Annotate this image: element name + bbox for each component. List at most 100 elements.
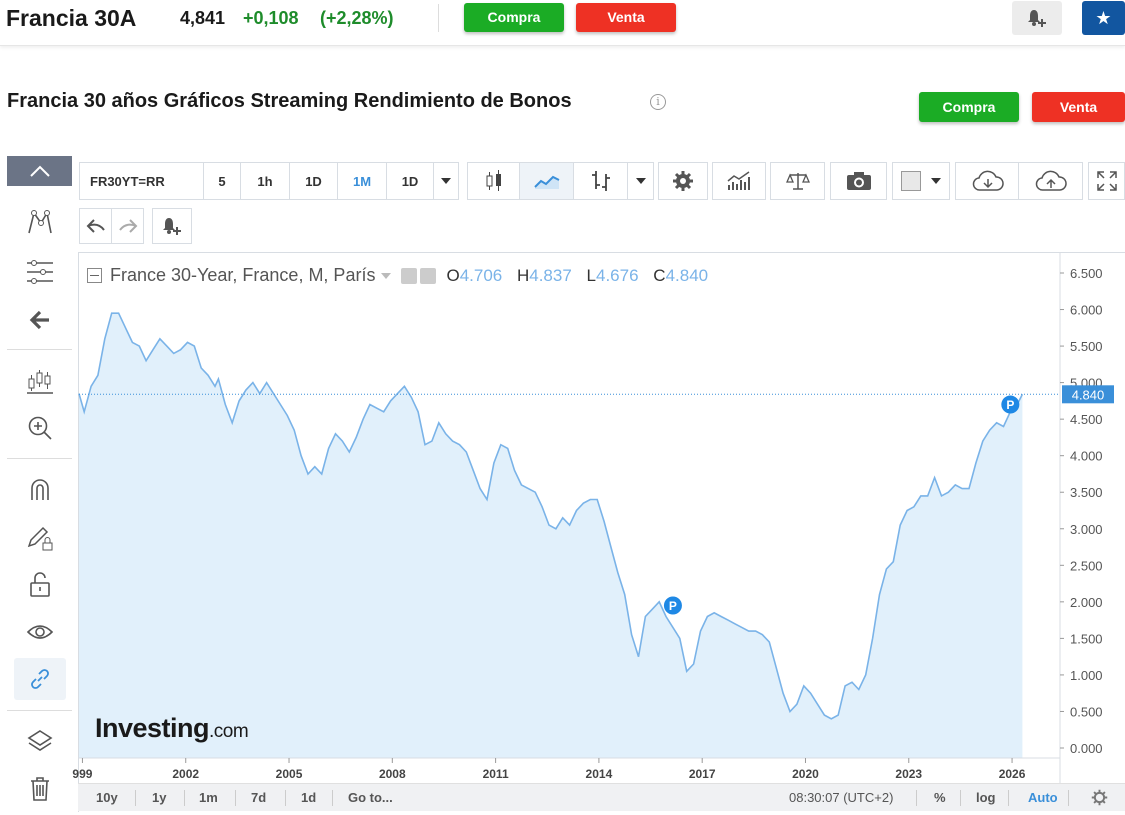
collapse-toolbar-button[interactable] — [7, 156, 72, 186]
lock-tool[interactable] — [7, 564, 72, 604]
bell-plus-icon — [1028, 10, 1046, 27]
collapse-legend-icon[interactable] — [87, 268, 102, 283]
ohlc-open: 4.706 — [459, 265, 503, 285]
interval-1d[interactable]: 1D — [289, 162, 338, 200]
legend-title: France 30-Year, France, M, París — [110, 265, 376, 285]
screenshot-button[interactable] — [830, 162, 887, 200]
back-tool[interactable] — [7, 300, 72, 340]
delete-tool[interactable] — [7, 769, 72, 809]
info-icon[interactable]: i — [650, 94, 666, 110]
auto-scale-toggle[interactable]: Auto — [1028, 790, 1058, 805]
eye-icon — [26, 625, 53, 639]
candles-style-button[interactable] — [467, 162, 520, 200]
link-icon — [31, 669, 49, 689]
clock-readout: 08:30:07 (UTC+2) — [789, 790, 894, 805]
range-1y[interactable]: 1y — [152, 790, 166, 805]
save-chart-button[interactable] — [1018, 162, 1083, 200]
gear-icon[interactable] — [420, 267, 437, 284]
pattern-icon — [27, 210, 52, 234]
ohlc-close: 4.840 — [665, 265, 709, 285]
gear-icon[interactable] — [1091, 789, 1108, 806]
range-1m[interactable]: 1m — [199, 790, 218, 805]
instrument-name: Francia 30A — [6, 5, 137, 31]
price-change: +0,108 — [243, 8, 299, 28]
visibility-tool[interactable] — [7, 612, 72, 652]
percent-scale-toggle[interactable]: % — [934, 790, 946, 805]
magnet-tool[interactable] — [7, 469, 72, 509]
interval-1h[interactable]: 1h — [240, 162, 290, 200]
range-1d[interactable]: 1d — [301, 790, 316, 805]
pattern-tool[interactable] — [7, 202, 72, 242]
fib-tool[interactable] — [7, 252, 72, 292]
compare-button[interactable] — [770, 162, 825, 200]
drawing-toolbar — [7, 156, 72, 815]
fullscreen-button[interactable] — [1088, 162, 1125, 200]
caret-down-icon — [931, 178, 941, 184]
price-change-percent: (+2,28%) — [320, 8, 394, 28]
magnet-icon — [30, 479, 49, 500]
sell-button[interactable]: Venta — [576, 3, 676, 32]
range-7d[interactable]: 7d — [251, 790, 266, 805]
sell-button-secondary[interactable]: Venta — [1032, 92, 1125, 122]
draw-lock-tool[interactable] — [7, 518, 72, 558]
gear-icon — [673, 171, 693, 191]
buy-button-secondary[interactable]: Compra — [919, 92, 1019, 122]
chart-alert-button[interactable] — [152, 208, 192, 244]
undo-button[interactable] — [79, 208, 112, 244]
color-picker-button[interactable] — [892, 162, 950, 200]
camera-icon — [846, 172, 871, 190]
caret-down-icon — [441, 178, 451, 184]
bars-style-button[interactable] — [573, 162, 628, 200]
link-tool[interactable] — [14, 658, 66, 700]
arrow-left-icon — [29, 310, 49, 330]
watermark-logo: Investing.com — [95, 713, 249, 743]
unlock-icon — [29, 572, 50, 597]
star-icon: ★ — [1095, 7, 1112, 28]
fibonacci-icon — [26, 260, 53, 284]
chevron-up-icon — [29, 165, 50, 177]
instrument-header: Francia 30A 4,841 +0,108 (+2,28%) Compra… — [0, 0, 1125, 46]
ohlc-low: 4.676 — [596, 265, 639, 285]
chart-bottom-bar: 10y 1y 1m 7d 1d Go to... 08:30:07 (UTC+2… — [78, 783, 1125, 811]
page-title: Francia 30 años Gráficos Streaming Rendi… — [7, 90, 572, 112]
caret-down-icon — [635, 178, 646, 184]
line-style-button[interactable] — [519, 162, 574, 200]
settings-button[interactable] — [658, 162, 708, 200]
indicators-tool[interactable] — [7, 361, 72, 401]
scale-balance-icon — [785, 173, 810, 190]
goto-date-button[interactable]: Go to... — [348, 790, 393, 805]
color-swatch-icon — [901, 171, 921, 191]
redo-button[interactable] — [111, 208, 144, 244]
cloud-download-icon — [972, 170, 1004, 191]
layers-tool[interactable] — [7, 721, 72, 761]
last-price: 4,841 — [180, 8, 226, 28]
load-chart-button[interactable] — [955, 162, 1020, 200]
chart-style-dropdown[interactable] — [627, 162, 654, 200]
eye-icon[interactable] — [401, 267, 418, 284]
cloud-upload-icon — [1035, 170, 1067, 191]
log-scale-toggle[interactable]: log — [976, 790, 996, 805]
candles-icon — [486, 170, 501, 191]
indicators-button[interactable] — [712, 162, 766, 200]
pencil-lock-icon — [27, 526, 52, 551]
interval-5[interactable]: 5 — [203, 162, 241, 200]
interval-dropdown-toggle[interactable] — [433, 162, 459, 200]
trash-icon — [30, 777, 49, 801]
add-alert-button[interactable] — [1012, 1, 1062, 35]
indicators-icon — [727, 171, 750, 190]
range-10y[interactable]: 10y — [96, 790, 118, 805]
ohlc-values: O4.706 H4.837 L4.676 C4.840 — [446, 265, 709, 285]
caret-down-icon[interactable] — [381, 272, 392, 279]
buy-button[interactable]: Compra — [464, 3, 564, 32]
watchlist-star-button[interactable]: ★ — [1082, 1, 1125, 35]
fullscreen-icon — [1096, 171, 1117, 191]
zoom-tool[interactable] — [7, 408, 72, 448]
interval-dropdown[interactable]: 1D — [386, 162, 434, 200]
area-chart-icon — [533, 175, 559, 189]
ohlc-bars-icon — [591, 171, 610, 191]
ohlc-high: 4.837 — [529, 265, 572, 285]
symbol-input[interactable]: FR30YT=RR — [79, 162, 204, 200]
interval-1m[interactable]: 1M — [337, 162, 387, 200]
chart-legend: France 30-Year, France, M, París O4.706 … — [87, 265, 718, 286]
layers-icon — [27, 730, 52, 751]
